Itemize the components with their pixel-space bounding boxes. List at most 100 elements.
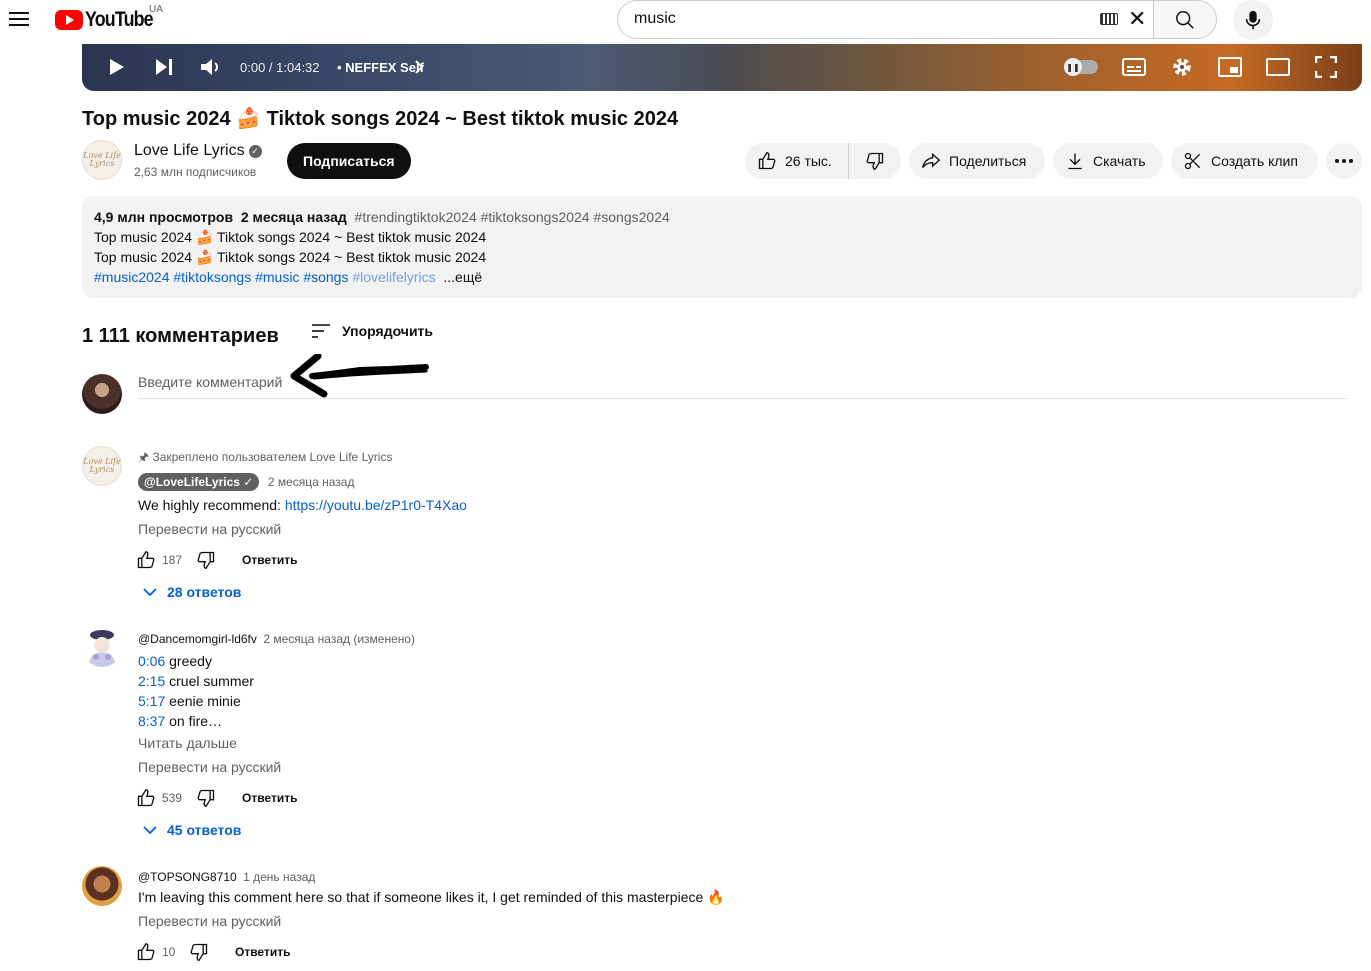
timestamp-link[interactable]: 8:37 xyxy=(138,713,165,729)
comment-line-text: greedy xyxy=(165,653,212,669)
like-button[interactable]: 26 тыс. xyxy=(745,143,849,179)
avatar-image xyxy=(88,630,116,667)
theater-icon[interactable] xyxy=(1266,58,1290,76)
comment-line-text: eenie minie xyxy=(165,693,241,709)
comment-author[interactable]: @TOPSONG8710 xyxy=(138,870,237,884)
comment-time[interactable]: 2 месяца назад (изменено) xyxy=(263,632,415,646)
share-button[interactable]: Поделиться xyxy=(909,143,1045,179)
keyboard-icon[interactable] xyxy=(1100,13,1118,25)
dislike-button[interactable] xyxy=(849,143,901,179)
comment-time[interactable]: 2 месяца назад xyxy=(268,475,355,489)
thumbs-up-icon[interactable] xyxy=(136,550,156,570)
translate-button[interactable]: Перевести на русский xyxy=(138,759,281,775)
translate-button[interactable]: Перевести на русский xyxy=(138,521,281,537)
read-more-button[interactable]: Читать дальше xyxy=(138,735,237,751)
comment-time[interactable]: 1 день назад xyxy=(243,870,315,884)
replies-count: 45 ответов xyxy=(167,822,242,838)
thumbs-down-icon[interactable] xyxy=(196,788,216,808)
chevron-down-icon xyxy=(143,826,157,835)
time-display: 0:00 / 1:04:32 xyxy=(240,60,320,75)
menu-icon[interactable] xyxy=(9,9,29,29)
top-hashtags[interactable]: #trendingtiktok2024 #tiktoksongs2024 #so… xyxy=(355,209,670,225)
sort-button[interactable]: Упорядочить xyxy=(311,323,433,339)
verified-icon: ✓ xyxy=(248,145,262,158)
comment-author-name[interactable]: @LoveLifeLyrics xyxy=(144,475,240,489)
play-icon[interactable] xyxy=(108,58,126,76)
thumbs-down-icon[interactable] xyxy=(196,550,216,570)
more-icon xyxy=(1335,159,1353,163)
download-button[interactable]: Скачать xyxy=(1053,143,1163,179)
description-box[interactable]: 4,9 млн просмотров 2 месяца назад #trend… xyxy=(82,196,1362,298)
comment-avatar[interactable]: Love Life Lyrics xyxy=(82,446,122,486)
subtitles-icon[interactable] xyxy=(1122,58,1146,76)
video-title: Top music 2024 🍰 Tiktok songs 2024 ~ Bes… xyxy=(82,108,679,130)
show-more-button[interactable]: ...ещё xyxy=(443,269,482,285)
chevron-right-icon[interactable] xyxy=(414,60,424,74)
search-input[interactable] xyxy=(617,0,1154,39)
verified-icon: ✓ xyxy=(243,475,254,489)
like-count: 26 тыс. xyxy=(785,153,832,169)
arrow-annotation-icon xyxy=(290,354,429,398)
fullscreen-icon[interactable] xyxy=(1315,56,1337,78)
channel-name[interactable]: Love Life Lyrics xyxy=(134,142,245,159)
comment-text: 0:06 greedy 2:15 cruel summer 5:17 eenie… xyxy=(138,651,254,731)
share-icon xyxy=(922,152,941,169)
clear-icon[interactable]: ✕ xyxy=(1128,8,1146,30)
translate-button[interactable]: Перевести на русский xyxy=(138,913,281,929)
comment-author[interactable]: @LoveLifeLyrics ✓ xyxy=(138,473,260,491)
search-icon xyxy=(1176,10,1194,29)
upload-date: 2 месяца назад xyxy=(240,209,347,225)
comment-header: @Dancemomgirl-ld6fv 2 месяца назад (изме… xyxy=(138,630,415,648)
thumbs-down-icon[interactable] xyxy=(189,942,209,962)
description-hashtags[interactable]: #music2024 #tiktoksongs #music #songs xyxy=(94,269,348,285)
chevron-down-icon xyxy=(143,588,157,597)
comment-avatar[interactable] xyxy=(82,866,122,906)
chapter-title[interactable]: • NEFFEX Self xyxy=(337,60,424,75)
autoplay-toggle[interactable]: ❚❚ xyxy=(1064,58,1098,76)
comment-input-underline xyxy=(138,398,1347,399)
scissors-icon xyxy=(1184,152,1201,170)
search-input-value[interactable]: music xyxy=(634,10,676,28)
channel-name-row[interactable]: Love Life Lyrics ✓ xyxy=(134,142,262,160)
replies-toggle[interactable]: 28 ответов xyxy=(143,584,241,600)
region-code: UA xyxy=(149,4,163,15)
comment-text: I'm leaving this comment here so that if… xyxy=(138,889,725,905)
comment-link[interactable]: https://youtu.be/zP1r0-T4Xao xyxy=(285,497,467,513)
replies-count: 28 ответов xyxy=(167,584,242,600)
thumbs-up-icon xyxy=(758,151,776,170)
description-hashtag-faded[interactable]: #lovelifelyrics xyxy=(352,269,435,285)
comment-avatar[interactable] xyxy=(82,627,122,667)
search-button[interactable] xyxy=(1153,0,1217,39)
timestamp-link[interactable]: 5:17 xyxy=(138,693,165,709)
reply-button[interactable]: Ответить xyxy=(235,945,290,959)
timestamp-link[interactable]: 2:15 xyxy=(138,673,165,689)
miniplayer-icon[interactable] xyxy=(1218,57,1242,77)
create-clip-button[interactable]: Создать клип xyxy=(1171,143,1318,179)
comment-line-text: on fire… xyxy=(165,713,223,729)
mic-button[interactable] xyxy=(1233,0,1273,40)
more-actions-button[interactable] xyxy=(1326,143,1362,179)
channel-avatar[interactable]: Love Life Lyrics xyxy=(82,140,122,180)
timestamp-link[interactable]: 0:06 xyxy=(138,653,165,669)
comments-count: 1 111 комментариев xyxy=(82,325,279,347)
thumbs-up-icon[interactable] xyxy=(136,942,156,962)
replies-toggle[interactable]: 45 ответов xyxy=(143,822,241,838)
download-label: Скачать xyxy=(1093,153,1146,169)
comment-header: @LoveLifeLyrics ✓ 2 месяца назад xyxy=(138,473,354,491)
download-icon xyxy=(1068,153,1082,170)
volume-icon[interactable] xyxy=(200,57,222,77)
settings-icon[interactable] xyxy=(1171,56,1193,78)
comment-input[interactable]: Введите комментарий xyxy=(138,374,282,390)
reply-button[interactable]: Ответить xyxy=(242,553,297,567)
next-icon[interactable] xyxy=(155,58,173,76)
comment-text: We highly recommend: https://youtu.be/zP… xyxy=(138,497,467,513)
reply-button[interactable]: Ответить xyxy=(242,791,297,805)
subscribe-button[interactable]: Подписаться xyxy=(287,143,411,179)
share-label: Поделиться xyxy=(949,153,1027,169)
comment-author[interactable]: @Dancemomgirl-ld6fv xyxy=(138,632,257,646)
mic-icon xyxy=(1245,10,1261,30)
thumbs-down-icon xyxy=(866,152,884,171)
comment-header: @TOPSONG8710 1 день назад xyxy=(138,868,315,886)
thumbs-up-icon[interactable] xyxy=(136,788,156,808)
youtube-logo[interactable]: YouTube UA xyxy=(55,4,165,32)
